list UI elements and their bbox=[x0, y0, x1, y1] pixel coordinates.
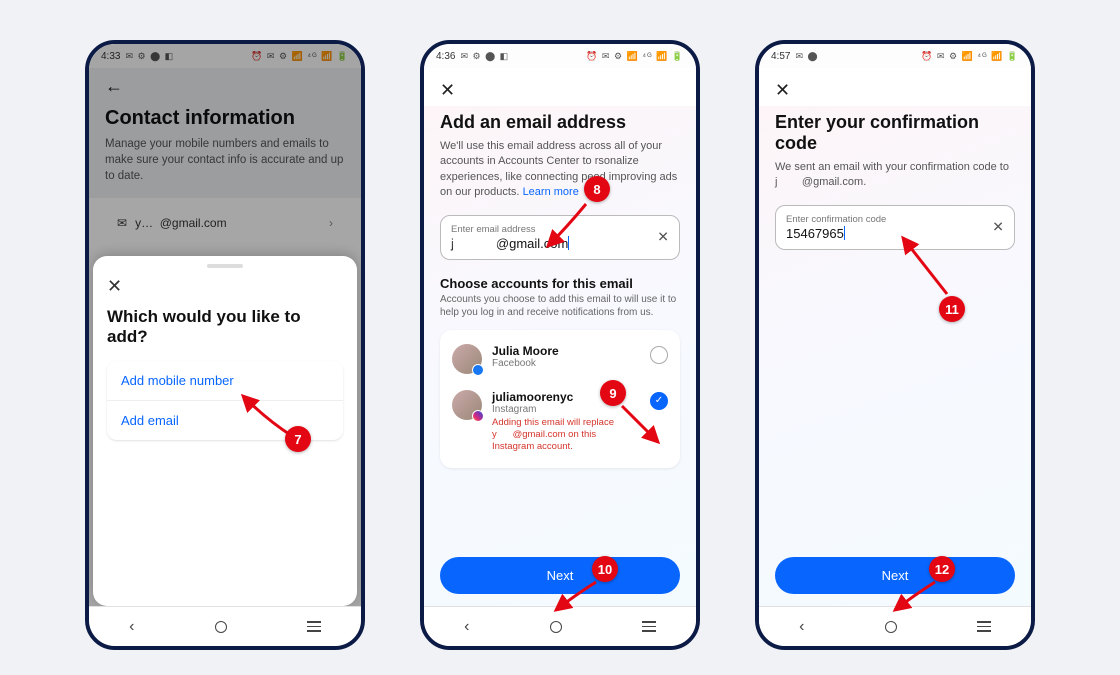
avatar bbox=[452, 344, 482, 374]
nav-back-icon[interactable]: ‹ bbox=[464, 618, 469, 636]
status-bar: 4:57 ✉ ⬤ ⏰ ✉ ⚙ 📶 ⁴ᴳ 📶 🔋 bbox=[759, 44, 1031, 68]
annotation-marker-12: 12 bbox=[929, 556, 955, 582]
account-radio[interactable] bbox=[650, 346, 668, 364]
nav-back-icon[interactable]: ‹ bbox=[799, 618, 804, 636]
nav-recent-icon[interactable] bbox=[307, 621, 321, 632]
page-description: We'll use this email address across all … bbox=[440, 139, 680, 201]
annotation-arrow-12 bbox=[891, 580, 941, 621]
account-row-facebook[interactable]: Julia Moore Facebook bbox=[440, 336, 680, 382]
input-label: Enter confirmation code bbox=[786, 214, 978, 225]
avatar bbox=[452, 390, 482, 420]
phone-screenshot-3: 4:57 ✉ ⬤ ⏰ ✉ ⚙ 📶 ⁴ᴳ 📶 🔋 ✕ Enter your conf… bbox=[755, 40, 1035, 650]
status-icons-right: ⏰ ✉ ⚙ 📶 ⁴ᴳ 📶 🔋 bbox=[586, 51, 684, 62]
account-name: Julia Moore bbox=[492, 344, 640, 358]
annotation-marker-8: 8 bbox=[584, 176, 610, 202]
sheet-title: Which would you like to add? bbox=[107, 307, 343, 347]
status-bar: 4:36 ✉ ⚙ ⬤ ◧ ⏰ ✉ ⚙ 📶 ⁴ᴳ 📶 🔋 bbox=[424, 44, 696, 68]
annotation-marker-10: 10 bbox=[592, 556, 618, 582]
account-platform: Instagram bbox=[492, 404, 640, 415]
learn-more-link[interactable]: Learn more bbox=[523, 186, 579, 198]
annotation-marker-9: 9 bbox=[600, 380, 626, 406]
annotation-arrow-10 bbox=[552, 580, 602, 621]
nav-back-icon[interactable]: ‹ bbox=[129, 618, 134, 636]
status-time: 4:36 bbox=[436, 51, 455, 62]
facebook-badge-icon bbox=[472, 364, 484, 376]
status-time: 4:57 bbox=[771, 51, 790, 62]
annotation-arrow-11 bbox=[899, 234, 953, 305]
nav-home-icon[interactable] bbox=[550, 621, 562, 633]
status-icons-left: ✉ ⬤ bbox=[795, 51, 818, 62]
option-card: Add mobile number Add email bbox=[107, 361, 343, 440]
phone-screenshot-1: 4:33✉ ⚙ ⬤ ◧ ⏰ ✉ ⚙ 📶 ⁴ᴳ 📶 🔋 ← Contact inf… bbox=[85, 40, 365, 650]
sheet-grabber[interactable] bbox=[207, 264, 243, 268]
nav-recent-icon[interactable] bbox=[642, 621, 656, 632]
phone-screenshot-2: 4:36 ✉ ⚙ ⬤ ◧ ⏰ ✉ ⚙ 📶 ⁴ᴳ 📶 🔋 ✕ Add an emai… bbox=[420, 40, 700, 650]
close-icon[interactable]: ✕ bbox=[775, 80, 790, 101]
nav-home-icon[interactable] bbox=[885, 621, 897, 633]
close-icon[interactable]: ✕ bbox=[107, 276, 122, 296]
annotation-marker-11: 11 bbox=[939, 296, 965, 322]
page-title: Add an email address bbox=[440, 112, 680, 133]
choose-accounts-title: Choose accounts for this email bbox=[440, 276, 680, 291]
choose-accounts-subtitle: Accounts you choose to add this email to… bbox=[440, 293, 680, 320]
page-description: We sent an email with your confirmation … bbox=[775, 160, 1015, 191]
confirmation-code-input[interactable]: Enter confirmation code 15467965 ✕ bbox=[775, 205, 1015, 250]
annotation-arrow-9 bbox=[620, 404, 664, 453]
account-warning: Adding this email will replace y @gmail.… bbox=[492, 417, 640, 454]
instagram-badge-icon bbox=[472, 410, 484, 422]
page-content: Add an email address We'll use this emai… bbox=[424, 106, 696, 606]
close-icon[interactable]: ✕ bbox=[440, 80, 455, 101]
status-icons-right: ⏰ ✉ ⚙ 📶 ⁴ᴳ 📶 🔋 bbox=[921, 51, 1019, 62]
nav-home-icon[interactable] bbox=[215, 621, 227, 633]
status-icons-left: ✉ ⚙ ⬤ ◧ bbox=[460, 51, 509, 62]
nav-recent-icon[interactable] bbox=[977, 621, 991, 632]
page-content: Enter your confirmation code We sent an … bbox=[759, 106, 1031, 606]
bottom-sheet: ✕ Which would you like to add? Add mobil… bbox=[93, 256, 357, 606]
page-title: Enter your confirmation code bbox=[775, 112, 1015, 154]
annotation-marker-7: 7 bbox=[285, 426, 311, 452]
account-platform: Facebook bbox=[492, 358, 640, 369]
clear-input-icon[interactable]: ✕ bbox=[657, 229, 669, 246]
clear-input-icon[interactable]: ✕ bbox=[992, 219, 1004, 236]
add-mobile-option[interactable]: Add mobile number bbox=[107, 361, 343, 401]
annotation-arrow-8 bbox=[542, 202, 592, 257]
android-navbar: ‹ bbox=[89, 606, 361, 646]
